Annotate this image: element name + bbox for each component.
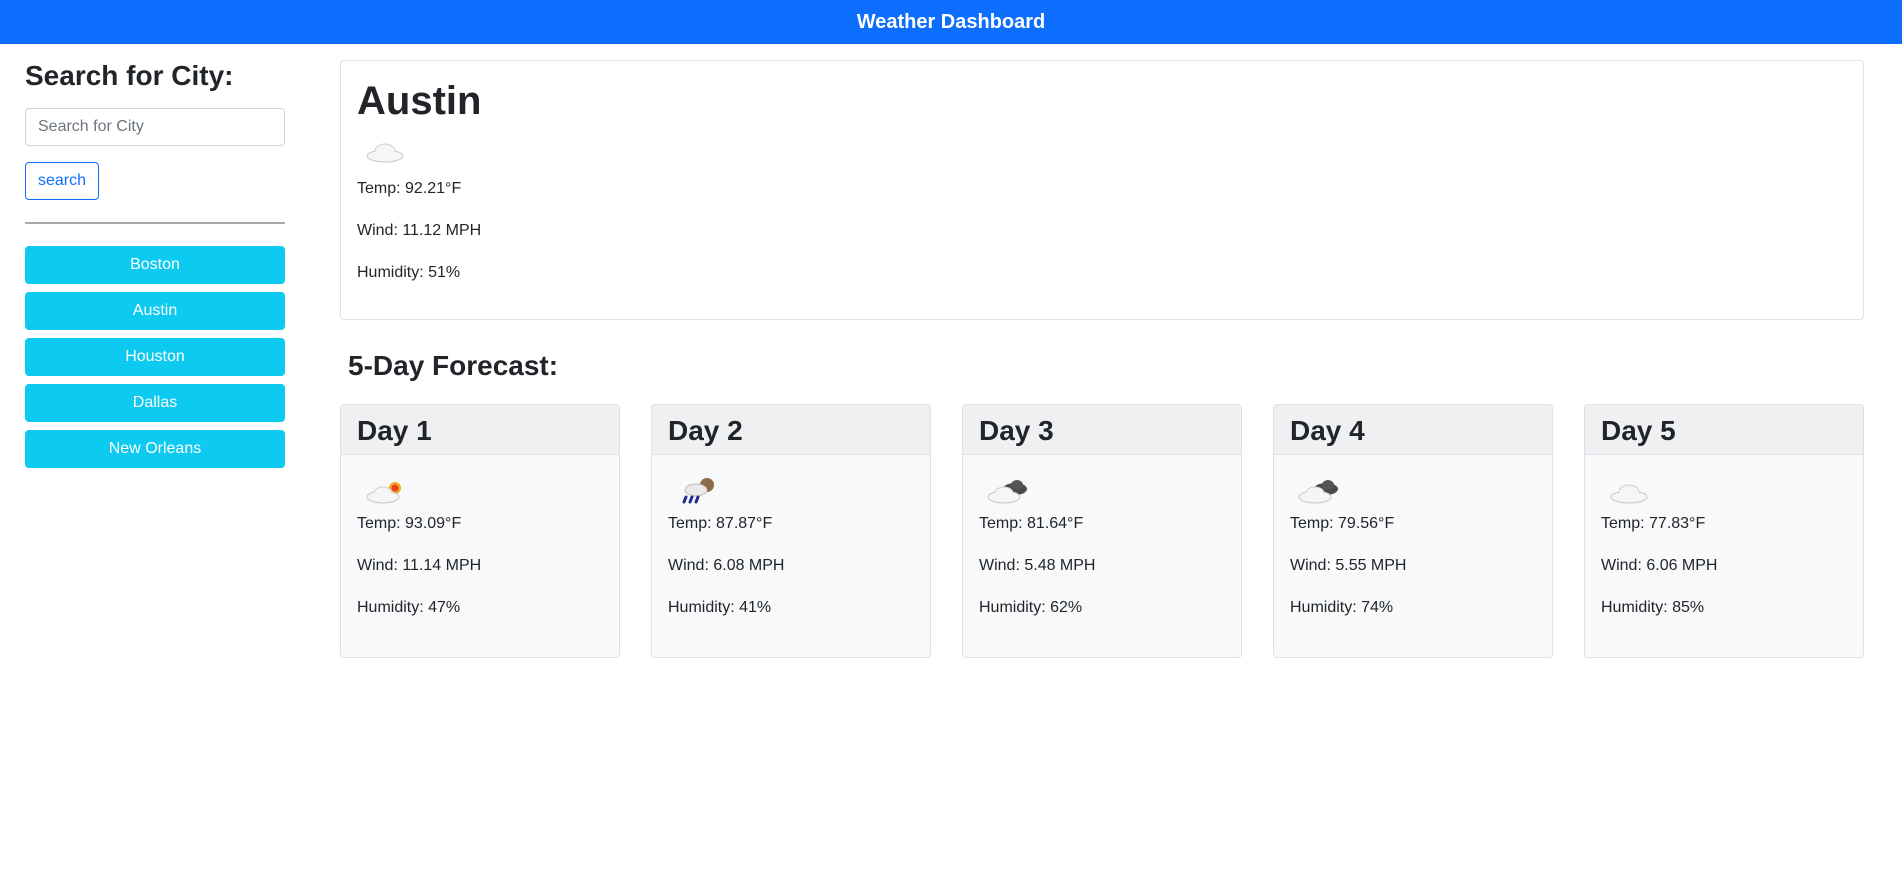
forecast-card-day-4: Day 4 Temp: 79.56°F Wind: 5.55 MPH Humid…: [1273, 404, 1553, 658]
forecast-card-day-2: Day 2 Temp: 87.87°F Wind: 6.08 MPH Humid…: [651, 404, 931, 658]
forecast-wind: Wind: 11.14 MPH: [357, 557, 482, 574]
current-temp: Temp: 92.21°F: [357, 180, 462, 197]
history-button-houston[interactable]: Houston: [25, 338, 285, 376]
forecast-humidity: Humidity: 74%: [1290, 599, 1394, 616]
current-wind: Wind: 11.12 MPH: [357, 222, 482, 239]
forecast-humidity: Humidity: 41%: [668, 599, 772, 616]
forecast-temp: Temp: 77.83°F: [1601, 515, 1706, 532]
city-search-input[interactable]: [25, 108, 285, 146]
forecast-heading: 5-Day Forecast:: [348, 350, 559, 381]
forecast-day-label: Day 3: [963, 405, 1241, 455]
history-button-new-orleans[interactable]: New Orleans: [25, 430, 285, 468]
sidebar-divider: [25, 222, 285, 224]
forecast-temp: Temp: 87.87°F: [668, 515, 773, 532]
search-history-list: Boston Austin Houston Dallas New Orleans: [25, 246, 285, 468]
forecast-wind: Wind: 5.48 MPH: [979, 557, 1096, 574]
overcast-icon: [1298, 480, 1338, 504]
page-title: Weather Dashboard: [856, 10, 1046, 33]
history-button-austin[interactable]: Austin: [25, 292, 285, 330]
cloud-icon: [366, 143, 404, 163]
forecast-temp: Temp: 79.56°F: [1290, 515, 1395, 532]
history-button-boston[interactable]: Boston: [25, 246, 285, 284]
rain-cloud-icon: [682, 478, 714, 504]
forecast-row: Day 1 Temp: 93.09°F Wind: 11.14 MPH Humi…: [340, 404, 1864, 658]
forecast-day-label: Day 5: [1585, 405, 1863, 455]
forecast-day-label: Day 2: [652, 405, 930, 455]
forecast-wind: Wind: 5.55 MPH: [1290, 557, 1407, 574]
top-navbar: Weather Dashboard: [0, 0, 1902, 44]
forecast-card-day-3: Day 3 Temp: 81.64°F Wind: 5.48 MPH Humid…: [962, 404, 1242, 658]
sidebar: Search for City: search Boston Austin Ho…: [25, 60, 285, 468]
forecast-humidity: Humidity: 47%: [357, 599, 461, 616]
forecast-humidity: Humidity: 85%: [1601, 599, 1705, 616]
forecast-day-label: Day 4: [1274, 405, 1552, 455]
forecast-temp: Temp: 93.09°F: [357, 515, 462, 532]
forecast-wind: Wind: 6.08 MPH: [668, 557, 785, 574]
forecast-humidity: Humidity: 62%: [979, 599, 1083, 616]
forecast-temp: Temp: 81.64°F: [979, 515, 1084, 532]
history-button-dallas[interactable]: Dallas: [25, 384, 285, 422]
forecast-day-label: Day 1: [341, 405, 619, 455]
search-button[interactable]: search: [25, 162, 100, 200]
forecast-card-day-5: Day 5 Temp: 77.83°F Wind: 6.06 MPH Humid…: [1584, 404, 1864, 658]
search-heading: Search for City:: [25, 60, 234, 91]
current-weather-card: Austin Temp: 92.21°F Wind: 11.12 MPH Hum…: [340, 60, 1864, 320]
forecast-card-day-1: Day 1 Temp: 93.09°F Wind: 11.14 MPH Humi…: [340, 404, 620, 658]
main-content: Austin Temp: 92.21°F Wind: 11.12 MPH Hum…: [340, 60, 1864, 658]
cloud-icon: [1610, 484, 1648, 504]
partly-sunny-icon: [366, 482, 401, 504]
current-city-name: Austin: [357, 79, 482, 123]
current-humidity: Humidity: 51%: [357, 264, 461, 281]
forecast-wind: Wind: 6.06 MPH: [1601, 557, 1718, 574]
overcast-icon: [987, 480, 1027, 504]
